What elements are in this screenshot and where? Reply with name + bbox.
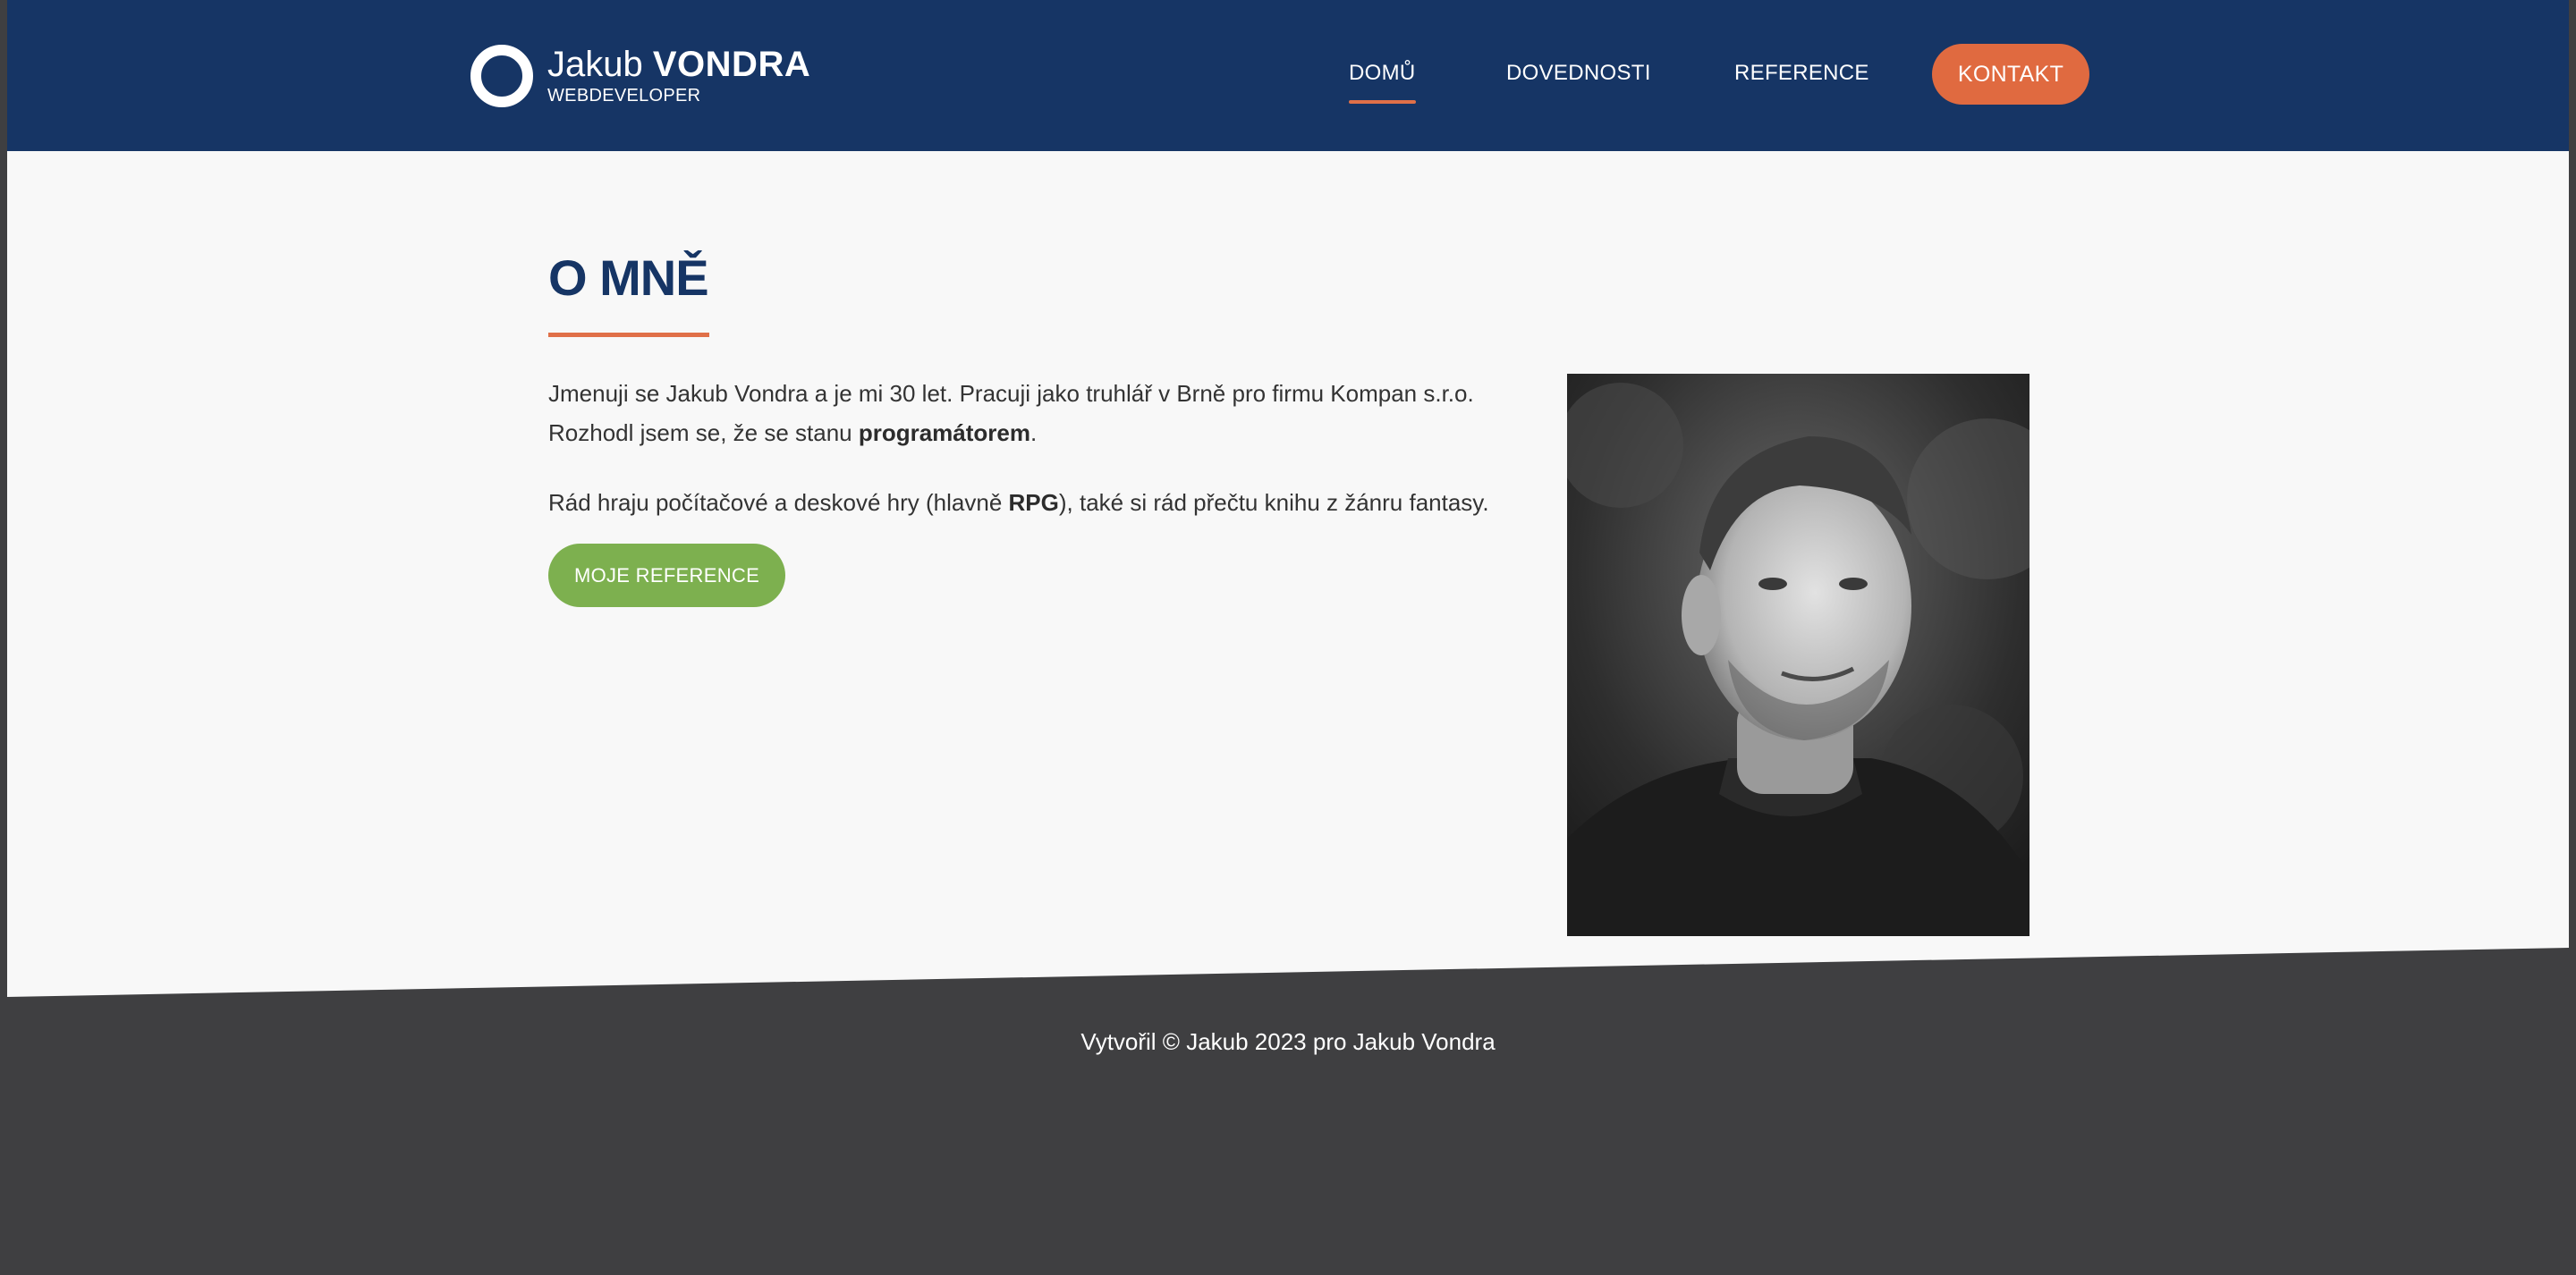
- p2-text: Rád hraju počítačové a deskové hry (hlav…: [548, 489, 1009, 516]
- p2-bold: RPG: [1008, 489, 1059, 516]
- logo[interactable]: Jakub VONDRA WEBDEVELOPER: [470, 43, 810, 109]
- logo-last-name: VONDRA: [652, 45, 811, 84]
- title-underline: [548, 333, 709, 337]
- portrait-image: [1567, 374, 2029, 936]
- about-paragraph-1: Jmenuji se Jakub Vondra a je mi 30 let. …: [548, 374, 1532, 452]
- profile-photo: [1567, 374, 2029, 936]
- logo-name: Jakub VONDRA: [547, 45, 810, 84]
- logo-circle-icon: [470, 45, 533, 107]
- p1-end: .: [1030, 419, 1038, 446]
- my-references-button[interactable]: MOJE REFERENCE: [548, 544, 785, 607]
- logo-tagline: WEBDEVELOPER: [547, 86, 701, 106]
- nav-item-domu[interactable]: DOMŮ: [1349, 61, 1416, 104]
- contact-button[interactable]: KONTAKT: [1932, 44, 2089, 105]
- p1-bold: programátorem: [858, 419, 1030, 446]
- p2-end: ), také si rád přečtu knihu z žánru fant…: [1058, 489, 1489, 516]
- logo-first-name: Jakub: [547, 45, 643, 84]
- footer-background: [7, 948, 2569, 1270]
- nav-item-reference[interactable]: REFERENCE: [1734, 61, 1869, 86]
- about-paragraph-2: Rád hraju počítačové a deskové hry (hlav…: [548, 483, 1532, 522]
- site-header: Jakub VONDRA WEBDEVELOPER DOMŮ DOVEDNOST…: [7, 0, 2569, 151]
- section-title: O MNĚ: [548, 249, 709, 306]
- nav-item-dovednosti[interactable]: DOVEDNOSTI: [1506, 61, 1651, 86]
- page: Jakub VONDRA WEBDEVELOPER DOMŮ DOVEDNOST…: [7, 0, 2569, 1270]
- logo-text: Jakub VONDRA WEBDEVELOPER: [547, 45, 810, 107]
- footer-credit: Vytvořil © Jakub 2023 pro Jakub Vondra: [1080, 1028, 1496, 1055]
